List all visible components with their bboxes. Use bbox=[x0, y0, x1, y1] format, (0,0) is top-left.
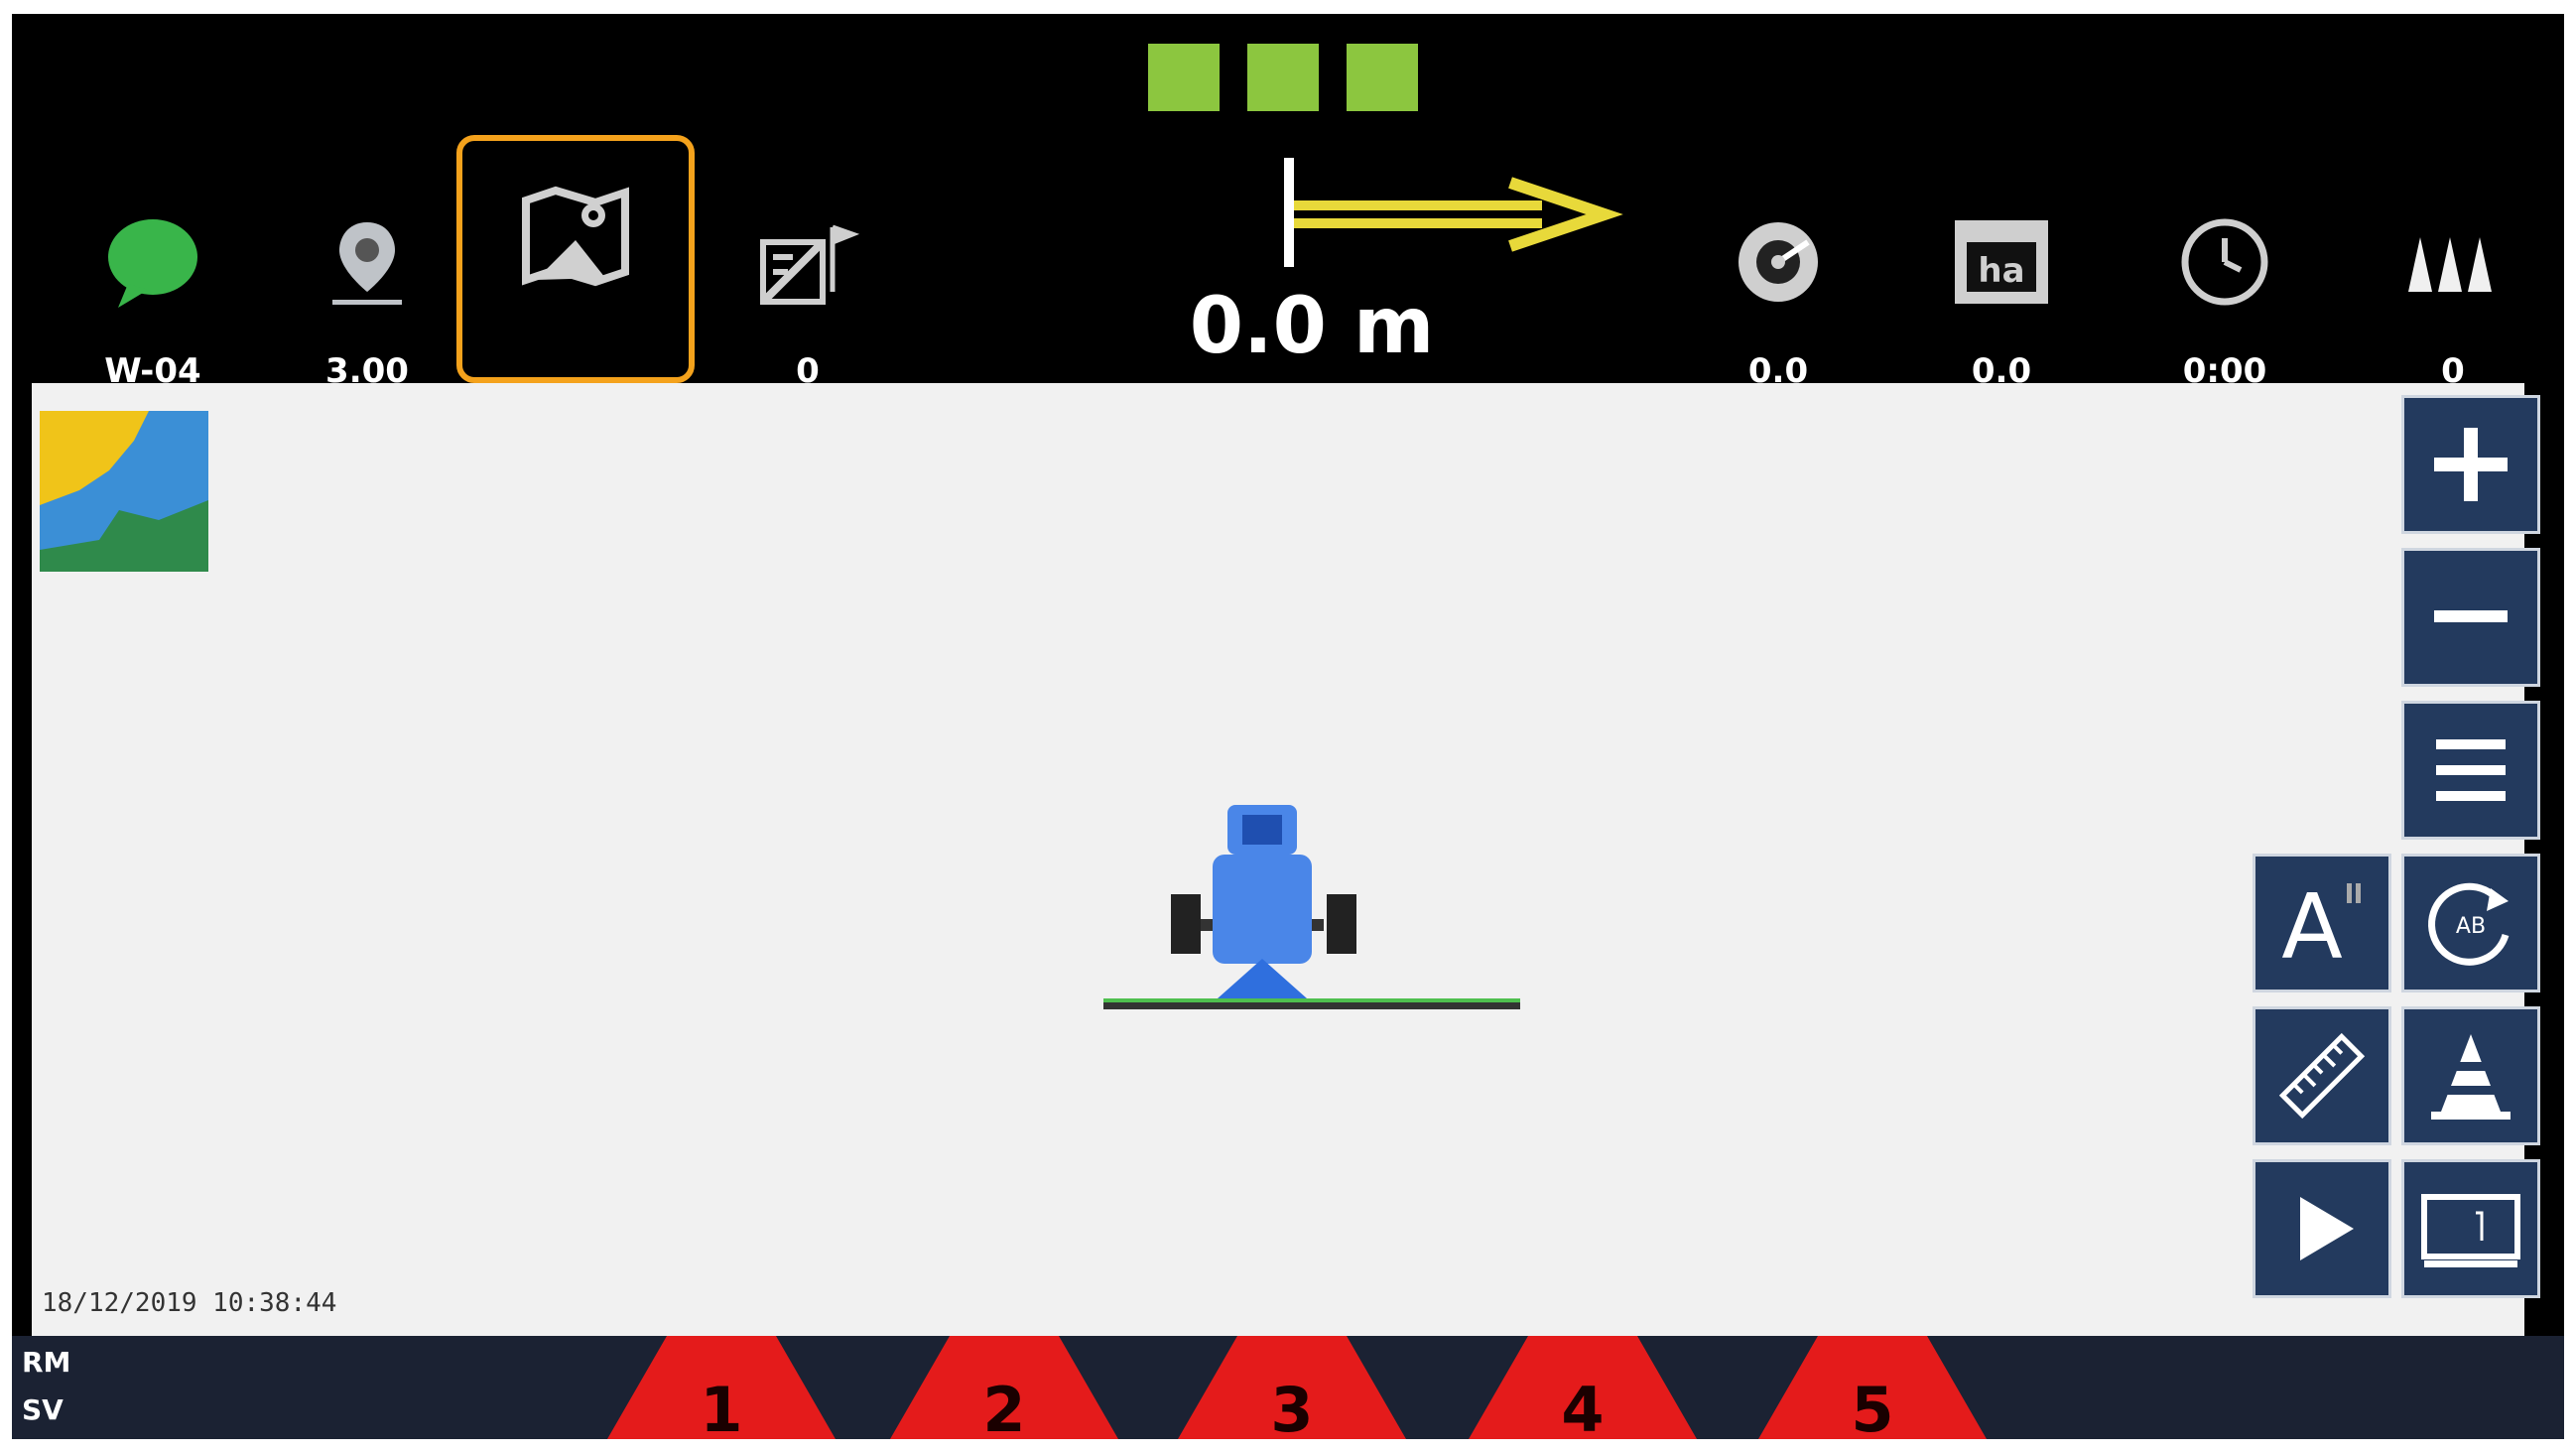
location-pin-icon bbox=[278, 202, 456, 322]
zoom-in-button[interactable] bbox=[2401, 395, 2540, 534]
zoom-out-button[interactable] bbox=[2401, 548, 2540, 687]
area-indicator[interactable]: ha 0.0 bbox=[1912, 202, 2091, 391]
status-square bbox=[1347, 44, 1418, 111]
play-button[interactable] bbox=[2253, 1159, 2391, 1298]
status-square bbox=[1247, 44, 1319, 111]
zoom-out-icon bbox=[2434, 610, 2508, 622]
section-number: 5 bbox=[1851, 1374, 1894, 1439]
hectare-icon: ha bbox=[1912, 202, 2091, 322]
guidance-arrow-icon bbox=[1262, 153, 1639, 276]
menu-button[interactable] bbox=[2401, 701, 2540, 840]
zoom-in-icon bbox=[2434, 428, 2508, 501]
cone-button[interactable] bbox=[2401, 1006, 2540, 1145]
field-flags-button[interactable]: 0 bbox=[718, 202, 897, 391]
section-5-button[interactable]: 5 bbox=[1758, 1336, 1987, 1439]
rotate-ab-icon: AB bbox=[2428, 882, 2510, 966]
svg-text:ha: ha bbox=[1978, 251, 2024, 291]
bottom-line-2: SV bbox=[22, 1393, 64, 1426]
chat-bubble-icon bbox=[64, 202, 242, 322]
section-4-button[interactable]: 4 bbox=[1469, 1336, 1697, 1439]
screen-button[interactable] bbox=[2401, 1159, 2540, 1298]
speed-indicator[interactable]: 0.0 bbox=[1689, 202, 1868, 391]
section-3-button[interactable]: 3 bbox=[1178, 1336, 1406, 1439]
speedometer-icon bbox=[1689, 202, 1868, 322]
section-number: 4 bbox=[1561, 1374, 1605, 1439]
rotate-ab-button[interactable]: AB bbox=[2401, 854, 2540, 992]
map-view[interactable]: 18/12/2019 10:38:44 bbox=[32, 383, 2524, 1336]
svg-text:A: A bbox=[2281, 875, 2343, 973]
gps-button[interactable]: 3.00 bbox=[278, 202, 456, 391]
menu-icon bbox=[2436, 739, 2506, 801]
cone-icon bbox=[2431, 1034, 2511, 1120]
field-map-icon bbox=[462, 161, 689, 310]
auto-text-icon: A bbox=[2281, 875, 2361, 973]
status-square bbox=[1148, 44, 1220, 111]
field-flags-icon bbox=[718, 202, 897, 322]
guidance-line-button[interactable]: W-04 bbox=[64, 202, 242, 391]
section-1-button[interactable]: 1 bbox=[607, 1336, 836, 1439]
auto-text-button[interactable]: A bbox=[2253, 854, 2391, 992]
datetime-stamp: 18/12/2019 10:38:44 bbox=[42, 1288, 337, 1318]
screen-icon bbox=[2421, 1194, 2520, 1267]
section-number: 1 bbox=[700, 1374, 743, 1439]
screen: W-04 3.00 0 0.0 m 0.0 ha 0.0 0:00 0 18/1… bbox=[12, 14, 2564, 1439]
nozzles-icon bbox=[2364, 202, 2542, 322]
play-icon bbox=[2300, 1197, 2354, 1260]
section-number: 3 bbox=[1270, 1374, 1314, 1439]
minimap[interactable] bbox=[40, 411, 208, 572]
section-bar: RM SV 1 2 3 4 5 bbox=[12, 1336, 2564, 1439]
tractor-icon bbox=[1084, 800, 1540, 1042]
cross-track-distance: 0.0 m bbox=[1189, 282, 1435, 371]
bottom-line-1: RM bbox=[22, 1346, 71, 1379]
ruler-icon bbox=[2278, 1032, 2366, 1120]
svg-text:AB: AB bbox=[2456, 914, 2486, 939]
field-map-button[interactable] bbox=[456, 135, 695, 383]
time-indicator[interactable]: 0:00 bbox=[2135, 202, 2314, 391]
section-number: 2 bbox=[982, 1374, 1026, 1439]
clock-icon bbox=[2135, 202, 2314, 322]
ruler-button[interactable] bbox=[2253, 1006, 2391, 1145]
section-2-button[interactable]: 2 bbox=[890, 1336, 1118, 1439]
nozzles-indicator[interactable]: 0 bbox=[2364, 202, 2542, 391]
